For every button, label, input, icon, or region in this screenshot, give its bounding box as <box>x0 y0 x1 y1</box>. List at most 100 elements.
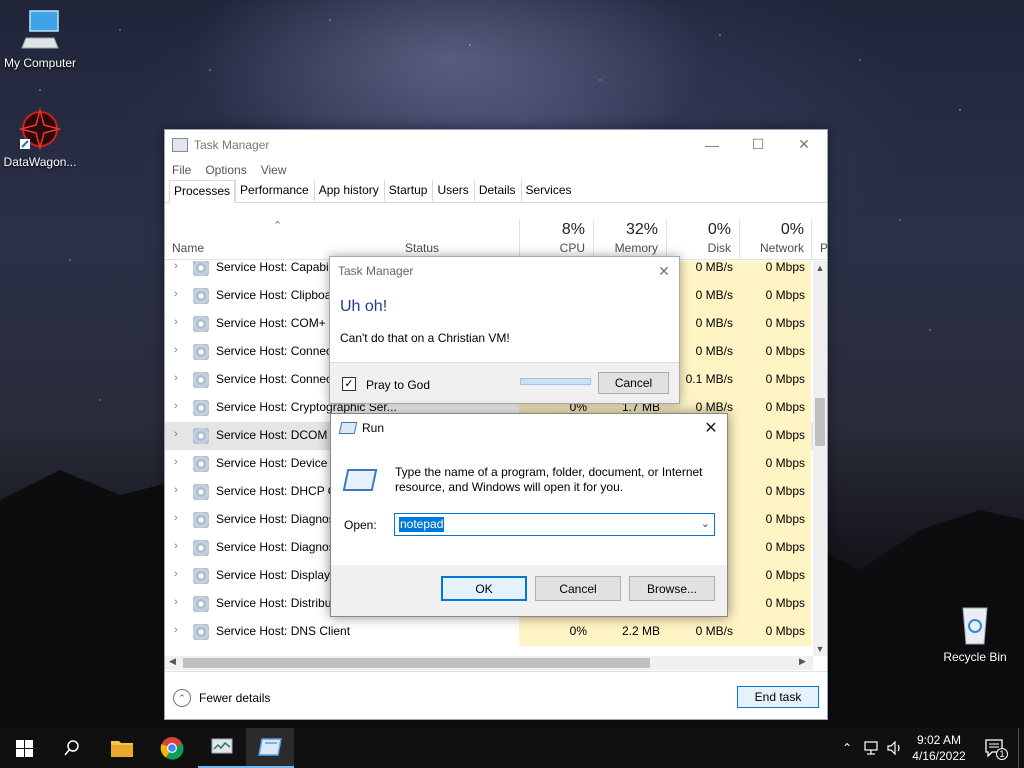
close-icon[interactable]: ✕ <box>781 130 827 159</box>
menu-options[interactable]: Options <box>205 163 246 177</box>
tab-users[interactable]: Users <box>432 179 473 202</box>
menu-view[interactable]: View <box>261 163 287 177</box>
window-title: Task Manager <box>194 137 270 152</box>
tab-processes[interactable]: Processes <box>169 180 236 203</box>
search-button[interactable] <box>48 728 96 768</box>
column-cpu[interactable]: CPU <box>560 241 585 255</box>
expand-chevron-icon[interactable]: › <box>174 568 178 580</box>
network-icon[interactable] <box>860 728 882 768</box>
scroll-left-icon[interactable]: ◀ <box>169 656 176 667</box>
chevron-down-icon[interactable]: ⌄ <box>701 517 710 530</box>
expand-chevron-icon[interactable]: › <box>174 288 178 300</box>
show-hidden-icons-icon[interactable]: ⌃ <box>838 728 856 768</box>
process-name: Service Host: Capabili <box>216 261 335 274</box>
expand-chevron-icon[interactable]: › <box>174 400 178 412</box>
my-computer-desktop-icon[interactable]: My Computer <box>0 8 80 70</box>
open-combobox[interactable]: notepad ⌄ <box>394 513 715 536</box>
scroll-right-icon[interactable]: ▶ <box>799 656 806 667</box>
service-gear-icon <box>193 512 209 528</box>
expand-chevron-icon[interactable]: › <box>174 484 178 496</box>
scroll-down-icon[interactable]: ▼ <box>813 644 827 654</box>
expand-chevron-icon[interactable]: › <box>174 596 178 608</box>
column-name[interactable]: Name <box>172 241 204 255</box>
process-name: Service Host: Connect <box>216 372 336 386</box>
expand-chevron-icon[interactable]: › <box>174 512 178 524</box>
table-row[interactable]: › Service Host: DNS Client 0% 2.2 MB 0 MB/s 0… <box>165 618 815 646</box>
column-memory[interactable]: Memory <box>615 241 658 255</box>
cpu-total: 8% <box>561 221 585 238</box>
expand-chevron-icon[interactable]: › <box>174 456 178 468</box>
alert-dialog: Task Manager ✕ Uh oh! Can't do that on a… <box>329 256 680 404</box>
process-name: Service Host: Distribut <box>216 596 335 610</box>
task-manager-footer: ⌃ Fewer details End task <box>165 671 827 719</box>
network-cell: 0 Mbps <box>739 261 811 282</box>
taskbar-clock[interactable]: 9:02 AM 4/16/2022 <box>908 732 970 764</box>
end-task-button[interactable]: End task <box>737 686 819 708</box>
datawagon-desktop-icon[interactable]: DataWagon... <box>0 107 80 169</box>
network-cell: 0 Mbps <box>739 338 811 366</box>
expand-chevron-icon[interactable]: › <box>174 624 178 636</box>
column-disk[interactable]: Disk <box>708 241 731 255</box>
vertical-scrollbar[interactable]: ▲ ▼ <box>813 261 827 656</box>
fewer-details-button[interactable]: ⌃ Fewer details <box>173 689 270 707</box>
alert-dialog-titlebar[interactable]: Task Manager ✕ <box>330 257 679 285</box>
progress-fill <box>521 379 590 384</box>
tab-details[interactable]: Details <box>473 179 521 202</box>
minimize-icon[interactable]: — <box>689 130 735 159</box>
network-cell: 0 Mbps <box>739 478 811 506</box>
run-app-icon <box>338 422 358 434</box>
process-name: Service Host: Diagnost <box>216 540 339 554</box>
start-button[interactable] <box>0 728 48 768</box>
run-dialog-body: Type the name of a program, folder, docu… <box>331 442 727 565</box>
disk-cell: 0 MB/s <box>666 618 739 646</box>
column-power-truncated[interactable]: P <box>820 241 828 255</box>
scroll-thumb[interactable] <box>815 398 825 446</box>
expand-chevron-icon[interactable]: › <box>174 316 178 328</box>
cancel-button[interactable]: Cancel <box>535 576 621 601</box>
sort-ascending-icon[interactable]: ⌃ <box>273 219 282 232</box>
action-center-button[interactable]: 1 <box>980 728 1010 768</box>
scroll-up-icon[interactable]: ▲ <box>813 263 827 273</box>
computer-icon <box>18 8 62 52</box>
tab-app-history[interactable]: App history <box>313 179 384 202</box>
tab-startup[interactable]: Startup <box>383 179 433 202</box>
alert-dialog-footer: ✓ Pray to God Cancel <box>330 362 679 403</box>
network-cell: 0 Mbps <box>739 618 811 646</box>
tab-services[interactable]: Services <box>520 179 577 202</box>
task-manager-taskbar-button[interactable] <box>198 728 246 768</box>
recycle-bin-desktop-icon[interactable]: Recycle Bin <box>935 602 1015 664</box>
volume-icon[interactable] <box>884 728 906 768</box>
pray-checkbox-label[interactable]: Pray to God <box>366 378 430 392</box>
chrome-button[interactable] <box>148 728 196 768</box>
task-manager-titlebar[interactable]: Task Manager — ☐ ✕ <box>165 130 827 159</box>
run-dialog-title: Run <box>362 421 385 435</box>
pray-checkbox[interactable]: ✓ <box>342 377 356 391</box>
service-gear-icon <box>193 624 209 640</box>
file-explorer-button[interactable] <box>98 728 146 768</box>
close-icon[interactable]: ✕ <box>649 263 679 280</box>
run-taskbar-button[interactable] <box>246 728 294 768</box>
run-dialog-titlebar[interactable]: Run ✕ <box>331 414 727 442</box>
open-input-value[interactable]: notepad <box>399 517 445 532</box>
column-status[interactable]: Status <box>405 241 439 255</box>
expand-chevron-icon[interactable]: › <box>174 372 178 384</box>
menu-file[interactable]: File <box>172 163 191 177</box>
show-desktop-button[interactable] <box>1018 728 1024 768</box>
expand-chevron-icon[interactable]: › <box>174 428 178 440</box>
expand-chevron-icon[interactable]: › <box>174 344 178 356</box>
alert-cancel-button[interactable]: Cancel <box>598 372 669 394</box>
browse-button[interactable]: Browse... <box>629 576 715 601</box>
maximize-icon[interactable]: ☐ <box>735 130 781 159</box>
recycle-bin-icon <box>953 602 997 646</box>
hscroll-thumb[interactable] <box>183 658 650 668</box>
tab-performance[interactable]: Performance <box>235 179 314 202</box>
expand-chevron-icon[interactable]: › <box>174 540 178 552</box>
column-network[interactable]: Network <box>760 241 804 255</box>
tab-strip: Processes Performance App history Startu… <box>165 179 827 203</box>
ok-button[interactable]: OK <box>441 576 527 601</box>
process-name: Service Host: Connect <box>216 344 336 358</box>
horizontal-scrollbar[interactable]: ◀ ▶ <box>165 656 813 670</box>
close-icon[interactable]: ✕ <box>695 418 727 438</box>
network-cell: 0 Mbps <box>739 394 811 422</box>
expand-chevron-icon[interactable]: › <box>174 261 178 272</box>
